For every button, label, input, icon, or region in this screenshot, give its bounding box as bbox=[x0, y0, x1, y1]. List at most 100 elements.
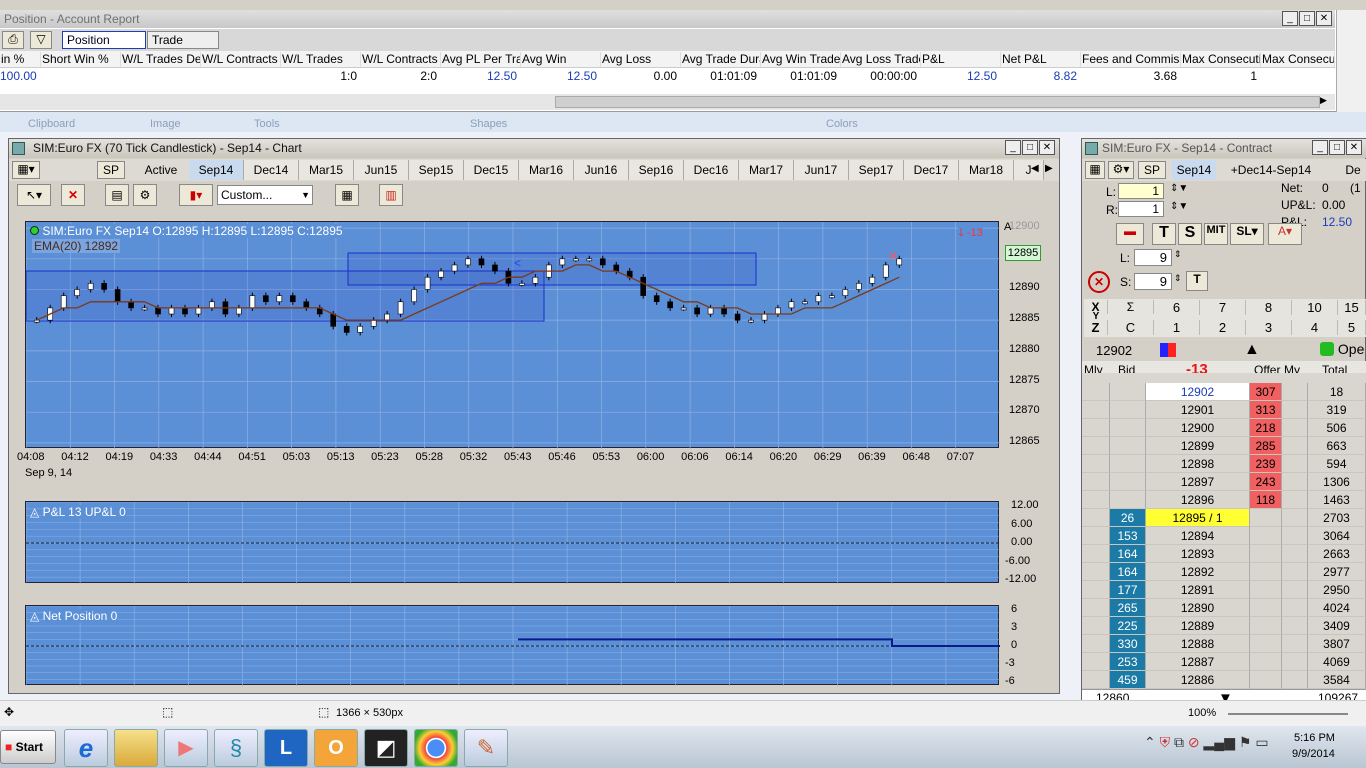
report-col-header[interactable]: Max Consecut bbox=[1261, 52, 1335, 67]
bid-cell[interactable] bbox=[1110, 383, 1146, 401]
myoffer-cell[interactable] bbox=[1282, 563, 1308, 581]
start-button[interactable]: ■ Start bbox=[0, 730, 56, 764]
ladder-row[interactable]: 12898 239 594 bbox=[1082, 455, 1366, 473]
mybid-cell[interactable] bbox=[1082, 581, 1110, 599]
offer-cell[interactable]: 118 bbox=[1250, 491, 1282, 509]
offer-cell[interactable]: 285 bbox=[1250, 437, 1282, 455]
top-price-field[interactable]: 12902 bbox=[1096, 343, 1132, 358]
myoffer-cell[interactable] bbox=[1282, 617, 1308, 635]
bid-cell[interactable]: 177 bbox=[1110, 581, 1146, 599]
tab-mar15[interactable]: Mar15 bbox=[299, 160, 354, 180]
drawn-rectangle[interactable] bbox=[347, 252, 757, 286]
qty-preset-top[interactable]: 15 bbox=[1338, 300, 1366, 315]
sp-button[interactable]: SP bbox=[97, 161, 125, 179]
l2-input[interactable]: 9 bbox=[1134, 249, 1172, 266]
mybid-cell[interactable] bbox=[1082, 545, 1110, 563]
offer-cell[interactable] bbox=[1250, 617, 1282, 635]
ladder-row[interactable]: 265 12890 4024 bbox=[1082, 599, 1366, 617]
chart-close-button[interactable]: ✕ bbox=[1039, 140, 1055, 155]
price-cell[interactable]: 12888 bbox=[1146, 635, 1250, 653]
myoffer-cell[interactable] bbox=[1282, 671, 1308, 689]
myoffer-cell[interactable] bbox=[1282, 455, 1308, 473]
layout-icon[interactable]: ▦▾ bbox=[12, 161, 40, 179]
bid-cell[interactable]: 253 bbox=[1110, 653, 1146, 671]
cursor-icon[interactable]: ↖▾ bbox=[17, 184, 51, 206]
price-panel[interactable]: < ✕ SIM:Euro FX Sep14 O:12895 H:12895 L:1… bbox=[25, 221, 1000, 449]
scroll-up-icon[interactable]: ▲ bbox=[1244, 341, 1260, 359]
tab-jun15[interactable]: Jun15 bbox=[354, 160, 409, 180]
tab-dec17[interactable]: Dec17 bbox=[904, 160, 959, 180]
collapse-icon[interactable]: ◬ bbox=[30, 505, 39, 519]
qty-preset-top[interactable]: Σ bbox=[1108, 300, 1154, 314]
offer-cell[interactable] bbox=[1250, 545, 1282, 563]
ladder-row[interactable]: 12896 118 1463 bbox=[1082, 491, 1366, 509]
offer-cell[interactable] bbox=[1250, 635, 1282, 653]
qty-preset-top[interactable]: 10 bbox=[1292, 300, 1338, 315]
mybid-cell[interactable] bbox=[1082, 455, 1110, 473]
flag-tray-icon[interactable]: ⚑ bbox=[1239, 734, 1252, 750]
mybid-cell[interactable] bbox=[1082, 671, 1110, 689]
myoffer-cell[interactable] bbox=[1282, 437, 1308, 455]
ladder-row[interactable]: 26 12895 / 1 2703 bbox=[1082, 509, 1366, 527]
total-cell[interactable]: 1306 bbox=[1308, 473, 1366, 491]
tab-dec15[interactable]: Dec15 bbox=[464, 160, 519, 180]
total-cell[interactable]: 2663 bbox=[1308, 545, 1366, 563]
report-col-header[interactable]: Avg Trade Dura bbox=[681, 52, 761, 67]
price-cell[interactable]: 12894 bbox=[1146, 527, 1250, 545]
ladder-row[interactable]: 177 12891 2950 bbox=[1082, 581, 1366, 599]
tab-dec14[interactable]: Dec14 bbox=[244, 160, 299, 180]
paint-icon[interactable]: ✎ bbox=[464, 729, 508, 767]
total-cell[interactable]: 4069 bbox=[1308, 653, 1366, 671]
dom-sp-button[interactable]: SP bbox=[1138, 161, 1166, 179]
offer-cell[interactable]: 218 bbox=[1250, 419, 1282, 437]
qty-preset-bottom[interactable]: 3 bbox=[1246, 320, 1292, 335]
bid-cell[interactable]: 164 bbox=[1110, 545, 1146, 563]
lync-icon[interactable]: L bbox=[264, 729, 308, 767]
offer-cell[interactable] bbox=[1250, 581, 1282, 599]
network-icon[interactable]: ⧉ bbox=[1174, 734, 1184, 750]
myoffer-cell[interactable] bbox=[1282, 383, 1308, 401]
minimize-button[interactable]: _ bbox=[1282, 11, 1298, 26]
indicators-icon[interactable]: ▤ bbox=[105, 184, 129, 206]
dom-maximize-button[interactable]: □ bbox=[1329, 140, 1345, 155]
sl-button[interactable]: SL▾ bbox=[1230, 223, 1264, 245]
delete-icon[interactable]: ✕ bbox=[61, 184, 85, 206]
price-cell[interactable]: 12891 bbox=[1146, 581, 1250, 599]
report-col-header[interactable]: P&L bbox=[921, 52, 1001, 67]
dom-tab-sep14[interactable]: Sep14 bbox=[1172, 160, 1216, 180]
myoffer-cell[interactable] bbox=[1282, 491, 1308, 509]
price-cell[interactable]: 12895 / 1 bbox=[1146, 509, 1250, 527]
dom-link-icon[interactable]: ⚙▾ bbox=[1108, 161, 1134, 179]
l2-spin-icon[interactable]: ⇕ bbox=[1174, 249, 1182, 260]
report-col-header[interactable]: W/L Trades bbox=[281, 52, 361, 67]
myoffer-cell[interactable] bbox=[1282, 635, 1308, 653]
report-col-header[interactable]: Short Win % bbox=[41, 52, 121, 67]
report-col-header[interactable]: W/L Contracts D bbox=[201, 52, 281, 67]
tab-sep15[interactable]: Sep15 bbox=[409, 160, 464, 180]
bid-cell[interactable]: 26 bbox=[1110, 509, 1146, 527]
bid-cell[interactable] bbox=[1110, 437, 1146, 455]
price-cell[interactable]: 12897 bbox=[1146, 473, 1250, 491]
myoffer-cell[interactable] bbox=[1282, 473, 1308, 491]
qty-preset-bottom[interactable]: Z bbox=[1084, 320, 1108, 335]
report-col-header[interactable]: Avg Win bbox=[521, 52, 601, 67]
offer-cell[interactable] bbox=[1250, 509, 1282, 527]
maximize-button[interactable]: □ bbox=[1299, 11, 1315, 26]
total-cell[interactable]: 3409 bbox=[1308, 617, 1366, 635]
mybid-cell[interactable] bbox=[1082, 509, 1110, 527]
report-col-header[interactable]: Fees and Commissio bbox=[1081, 52, 1181, 67]
price-cell[interactable]: 12900 bbox=[1146, 419, 1250, 437]
bid-cell[interactable]: 153 bbox=[1110, 527, 1146, 545]
price-cell[interactable]: 12902 bbox=[1146, 383, 1250, 401]
tab-jun16[interactable]: Jun16 bbox=[574, 160, 629, 180]
qty-preset-top[interactable]: 7 bbox=[1200, 300, 1246, 315]
total-cell[interactable]: 2977 bbox=[1308, 563, 1366, 581]
period-select[interactable]: Custom... ▼ bbox=[217, 185, 313, 205]
ladder-row[interactable]: 12902 307 18 bbox=[1082, 383, 1366, 401]
total-cell[interactable]: 18 bbox=[1308, 383, 1366, 401]
mybid-cell[interactable] bbox=[1082, 563, 1110, 581]
bid-cell[interactable]: 164 bbox=[1110, 563, 1146, 581]
t-button[interactable]: T bbox=[1152, 223, 1176, 245]
ninjatrader-icon[interactable]: ◩ bbox=[364, 729, 408, 767]
tab-mar17[interactable]: Mar17 bbox=[739, 160, 794, 180]
